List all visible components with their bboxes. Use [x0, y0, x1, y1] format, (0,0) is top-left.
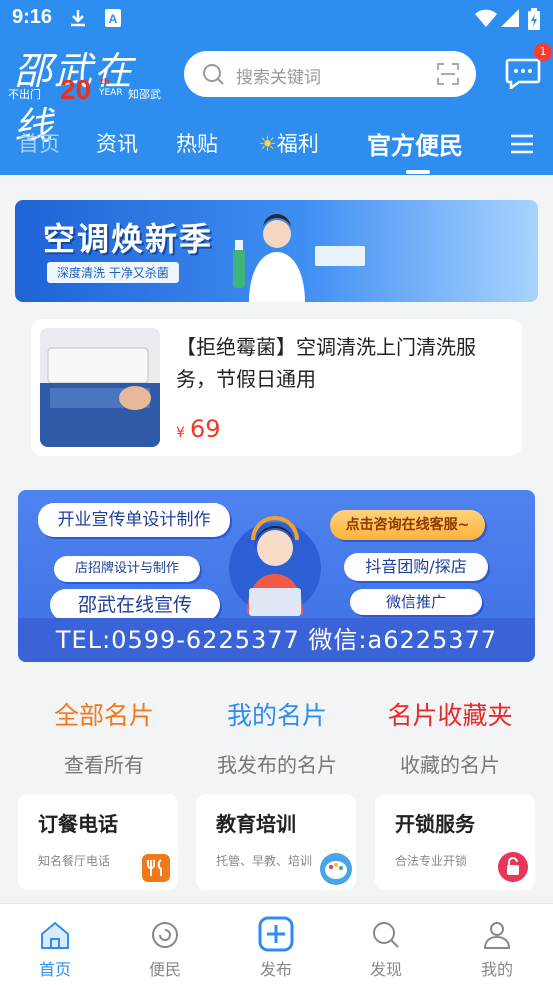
price-currency: ¥	[176, 425, 185, 441]
sun-icon: ☀	[258, 132, 277, 156]
nav-publish[interactable]: 发布	[221, 904, 331, 985]
favorite-cards-sub: 收藏的名片	[400, 753, 500, 777]
bottom-nav: 首页 便民 发布 发现 我的	[0, 903, 553, 985]
tab-hot[interactable]: 热贴	[176, 128, 218, 158]
menu-icon[interactable]	[510, 133, 534, 159]
service-card-food[interactable]: 订餐电话 知名餐厅电话	[18, 794, 178, 890]
nav-home[interactable]: 首页	[0, 904, 110, 985]
tab-my-cards[interactable]: 我的名片	[185, 696, 369, 732]
logo-sub-right: 知邵武	[128, 88, 161, 101]
tab-home[interactable]: 首页	[18, 128, 60, 158]
lock-icon	[498, 852, 528, 882]
search-icon	[202, 63, 226, 91]
refresh-circle-icon	[152, 922, 178, 948]
search-input[interactable]: 搜索关键词	[184, 51, 476, 97]
wifi-icon	[474, 8, 498, 32]
tab-news[interactable]: 资讯	[96, 128, 138, 158]
service-card-locksmith[interactable]: 开锁服务 合法专业开锁	[375, 794, 535, 890]
product-card[interactable]: 【拒绝霉菌】空调清洗上门清洗服务，节假日通用 ¥ 69	[31, 319, 522, 456]
chat-icon	[505, 58, 541, 91]
my-cards-sub: 我发布的名片	[217, 753, 337, 777]
service-desc: 合法专业开锁	[395, 854, 468, 868]
app-header: 9:16 A 邵武在线 不出门 20 th YEAR 知邵武 搜索关键词 1 首…	[0, 0, 553, 175]
service-desc: 托管、早教、培训	[216, 854, 313, 868]
contact-info: TEL:0599-6225377 微信:a6225377	[18, 618, 535, 662]
search-placeholder: 搜索关键词	[236, 68, 321, 88]
service-desc: 知名餐厅电话	[38, 854, 111, 868]
download-icon	[68, 8, 88, 32]
nav-discover[interactable]: 发现	[331, 904, 441, 985]
palette-icon	[320, 853, 352, 885]
nav-profile[interactable]: 我的	[442, 904, 552, 985]
product-image	[40, 328, 160, 447]
home-icon	[41, 921, 69, 949]
svg-text:A: A	[109, 12, 118, 26]
tab-welfare[interactable]: ☀福利	[258, 128, 319, 158]
pill-signboard: 店招牌设计与制作	[54, 556, 200, 582]
top-tabs: 首页 资讯 热贴 ☀福利 官方便民	[0, 118, 553, 174]
service-title: 开锁服务	[395, 812, 475, 836]
pill-flyer-design: 开业宣传单设计制作	[38, 503, 230, 537]
product-title: 【拒绝霉菌】空调清洗上门清洗服务，节假日通用	[176, 335, 476, 391]
plus-icon	[258, 916, 294, 952]
ac-banner-title: 空调焕新季	[43, 220, 214, 258]
nav-publish-label: 发布	[259, 960, 292, 979]
ad-service-banner[interactable]: 开业宣传单设计制作 店招牌设计与制作 邵武在线宣传 点击咨询在线客服~ 抖音团购…	[18, 490, 535, 662]
message-badge: 1	[534, 43, 552, 61]
tab-active-indicator	[406, 170, 430, 174]
cleaner-illustration	[233, 214, 365, 302]
tab-all-cards[interactable]: 全部名片	[12, 696, 196, 732]
app-logo: 邵武在线 不出门 20 th YEAR 知邵武	[8, 40, 168, 148]
nav-service[interactable]: 便民	[110, 904, 220, 985]
pill-wechat: 微信推广	[350, 589, 482, 615]
nav-discover-label: 发现	[369, 960, 402, 979]
product-price: ¥ 69	[176, 415, 221, 443]
signal-icon	[500, 8, 520, 32]
logo-sub-left: 不出门	[8, 88, 41, 101]
nav-home-label: 首页	[38, 960, 71, 979]
search-icon	[373, 922, 399, 948]
logo-year: YEAR	[99, 88, 123, 98]
tab-official[interactable]: 官方便民	[367, 126, 463, 161]
service-title: 订餐电话	[38, 812, 118, 836]
nav-service-label: 便民	[148, 960, 181, 979]
status-bar: 9:16 A	[0, 0, 553, 36]
service-card-education[interactable]: 教育培训 托管、早教、培训	[196, 794, 356, 890]
status-time: 9:16	[12, 6, 53, 28]
message-button[interactable]	[505, 57, 541, 91]
logo-th: th	[100, 77, 110, 86]
fork-knife-icon	[142, 854, 170, 882]
tab-favorite-cards[interactable]: 名片收藏夹	[358, 696, 542, 732]
battery-icon	[528, 8, 540, 34]
app-notify-icon: A	[104, 8, 122, 32]
ac-banner-subtitle: 深度清洗 干净又杀菌	[47, 262, 179, 283]
consult-button[interactable]: 点击咨询在线客服~	[330, 510, 485, 540]
pill-douyin: 抖音团购/探店	[344, 553, 488, 581]
tab-welfare-label: 福利	[276, 132, 319, 156]
user-icon	[483, 922, 511, 949]
nav-profile-label: 我的	[480, 960, 513, 979]
pill-promo: 邵武在线宣传	[50, 589, 220, 621]
price-value: 69	[190, 415, 221, 443]
service-title: 教育培训	[216, 812, 296, 836]
logo-anniversary: 20	[60, 74, 92, 105]
support-agent-illustration	[229, 516, 321, 616]
all-cards-sub: 查看所有	[64, 753, 144, 777]
ac-banner[interactable]: 空调焕新季 深度清洗 干净又杀菌	[15, 200, 538, 302]
scan-icon[interactable]	[436, 62, 460, 90]
